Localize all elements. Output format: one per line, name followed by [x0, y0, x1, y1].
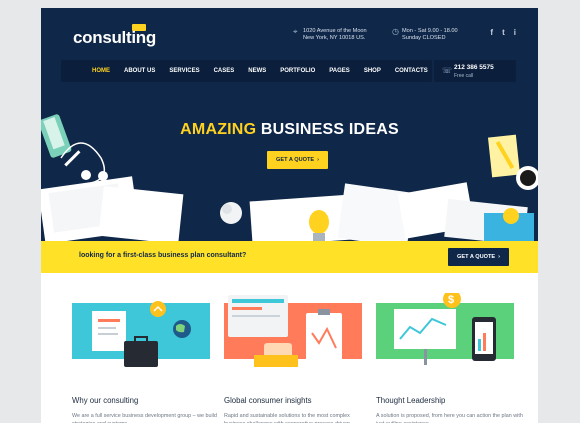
phone-icon: ☏	[442, 66, 453, 75]
hours-info: ◷ Mon - Sat 9.00 - 18.00 Sunday CLOSED	[392, 28, 458, 42]
nav-item-cases[interactable]: CASES	[214, 68, 235, 74]
brand-logo[interactable]: consulting	[73, 28, 156, 48]
svg-text:$: $	[448, 294, 454, 306]
nav-item-about-us[interactable]: ABOUT US	[124, 68, 155, 74]
phone-note: Free call	[454, 73, 474, 79]
feature-card-insights[interactable]: Global consumer insights Rapid and susta…	[224, 293, 362, 423]
nav-item-contacts[interactable]: CONTACTS	[395, 68, 428, 74]
phone-box[interactable]: ☏ 212 386 5575 Free call	[434, 60, 516, 82]
hero-section: consulting ⌖ 1020 Avenue of the Moon New…	[41, 8, 538, 241]
headline-highlight: AMAZING	[180, 121, 257, 138]
hero-headline: AMAZING BUSINESS IDEAS	[41, 121, 538, 139]
location-pin-icon: ⌖	[293, 27, 298, 36]
facebook-icon[interactable]: f	[490, 28, 493, 37]
address-line-2: New York, NY 10018 US.	[303, 35, 366, 41]
hero-quote-label: GET A QUOTE	[276, 157, 315, 163]
nav-item-shop[interactable]: SHOP	[364, 68, 381, 74]
hero-quote-button[interactable]: GET A QUOTE ›	[267, 151, 328, 169]
banner-quote-label: GET A QUOTE	[457, 254, 496, 260]
nav-item-pages[interactable]: PAGES	[329, 68, 350, 74]
feature-card-leadership[interactable]: $ Thought Leadership A solution is propo…	[376, 293, 523, 423]
twitter-icon[interactable]: t	[502, 28, 505, 37]
logo-badge-icon	[132, 24, 146, 31]
banner-quote-button[interactable]: GET A QUOTE ›	[448, 248, 509, 266]
clock-icon: ◷	[392, 27, 399, 36]
hours-line-1: Mon - Sat 9.00 - 18.00	[402, 28, 458, 34]
feature-desc: Rapid and sustainable solutions to the m…	[224, 413, 351, 423]
nav-item-portfolio[interactable]: PORTFOLIO	[280, 68, 315, 74]
consulting-illustration	[72, 293, 210, 374]
main-nav: HOME ABOUT US SERVICES CASES NEWS PORTFO…	[61, 60, 432, 82]
insights-illustration	[224, 293, 362, 374]
headline-rest: BUSINESS IDEAS	[260, 121, 399, 138]
social-links: f t i	[490, 28, 516, 37]
feature-desc: We are a full service business developme…	[72, 413, 217, 423]
nav-item-services[interactable]: SERVICES	[169, 68, 199, 74]
instagram-icon[interactable]: i	[514, 28, 516, 37]
chevron-right-icon: ›	[317, 157, 319, 163]
leadership-illustration: $	[376, 293, 514, 374]
feature-title: Global consumer insights	[224, 396, 312, 405]
feature-title: Why our consulting	[72, 396, 139, 405]
address-line-1: 1020 Avenue of the Moon	[303, 28, 367, 34]
nav-item-home[interactable]: HOME	[92, 68, 110, 74]
cta-banner: looking for a first-class business plan …	[41, 241, 538, 273]
feature-title: Thought Leadership	[376, 396, 446, 405]
page-frame: consulting ⌖ 1020 Avenue of the Moon New…	[41, 8, 538, 423]
address-info: ⌖ 1020 Avenue of the Moon New York, NY 1…	[293, 28, 367, 42]
feature-card-consulting[interactable]: Why our consulting We are a full service…	[72, 293, 217, 423]
phone-number: 212 386 5575	[454, 64, 494, 71]
hours-line-2: Sunday CLOSED	[402, 35, 446, 41]
nav-item-news[interactable]: NEWS	[248, 68, 266, 74]
chevron-right-icon: ›	[498, 254, 500, 260]
banner-text: looking for a first-class business plan …	[79, 252, 247, 259]
feature-desc: A solution is proposed, from here you ca…	[376, 413, 523, 423]
